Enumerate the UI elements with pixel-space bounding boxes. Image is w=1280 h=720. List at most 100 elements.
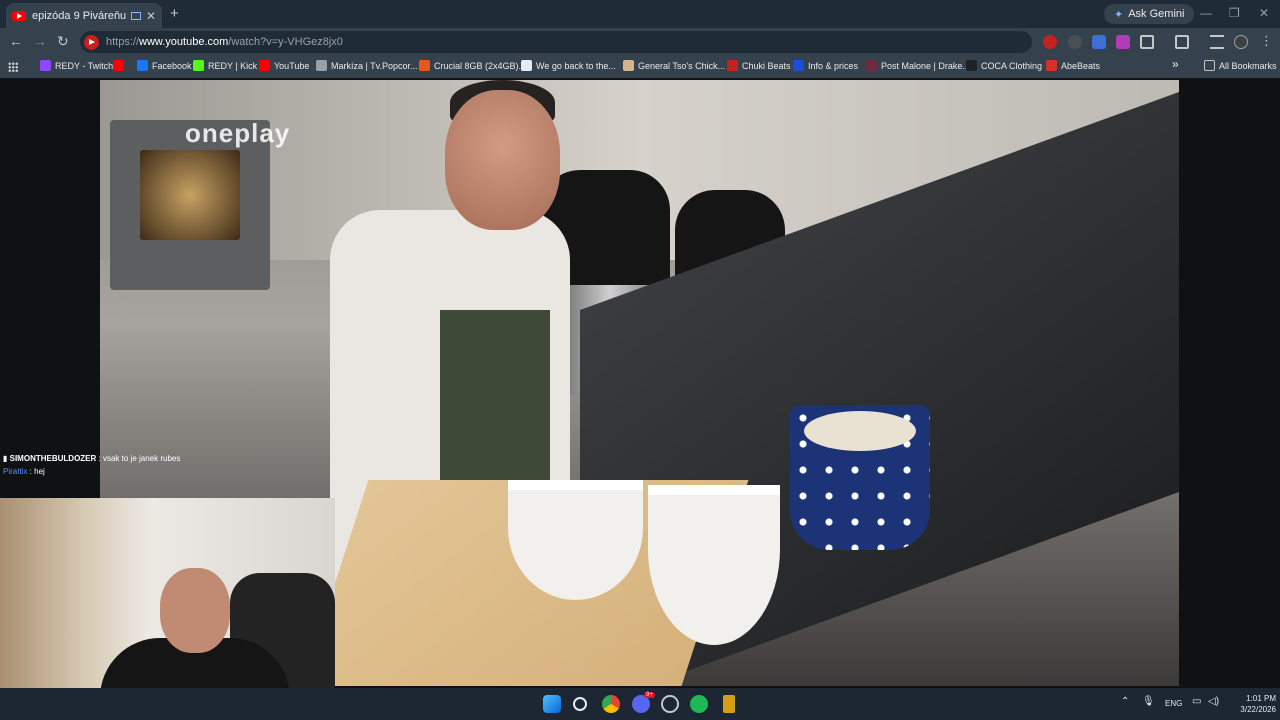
bookmark-item[interactable]: COCA Clothing (966, 60, 1042, 71)
bookmark-favicon-icon (727, 60, 738, 71)
profile-avatar[interactable] (1234, 35, 1248, 49)
bookmark-label: COCA Clothing (981, 60, 1043, 71)
restore-icon[interactable]: ❐ (1229, 6, 1240, 20)
bookmark-label: AbeBeats (1061, 60, 1101, 71)
obs-icon[interactable] (661, 695, 679, 713)
ask-gemini-button[interactable]: ✦ Ask Gemini (1104, 4, 1195, 24)
forward-icon[interactable]: → (33, 33, 47, 49)
tab-strip: epizóda 9 Piváreňu u Kultár ✕ + ✦ Ask Ge… (0, 0, 1280, 28)
tab-title: epizóda 9 Piváreňu u Kultár (32, 9, 126, 22)
site-info-icon[interactable] (84, 34, 99, 50)
microphone-icon[interactable]: 🎙 (1142, 696, 1155, 707)
bookmark-favicon-icon (40, 60, 51, 71)
reload-icon[interactable]: ↻ (57, 33, 69, 50)
bookmark-item[interactable] (113, 60, 124, 71)
tab-youtube[interactable]: epizóda 9 Piváreňu u Kultár ✕ (6, 3, 162, 28)
windows-taskbar: 9+ ⌃ 🎙 ENG ▭ ◁) 1:01 PM 3/22/2026 (0, 688, 1280, 720)
spotify-icon[interactable] (690, 695, 708, 713)
bookmark-label: Facebook (152, 60, 192, 71)
url-text[interactable]: https://www.youtube.com/watch?v=y-VHGez8… (106, 36, 343, 48)
chrome-icon[interactable] (602, 695, 620, 713)
chat-message: ▮ SIMONTHEBULDOZER : vsak to je janek ru… (3, 454, 181, 463)
chat-username: Pirattix (3, 467, 28, 476)
bookmark-label: REDY | Kick (208, 60, 258, 71)
address-bar[interactable]: https://www.youtube.com/watch?v=y-VHGez8… (80, 31, 1032, 53)
bookmark-item[interactable]: Info & prices (793, 60, 858, 71)
gemini-icon: ✦ (1114, 8, 1124, 21)
chevron-up-icon[interactable]: ⌃ (1121, 696, 1129, 707)
bookmark-favicon-icon (259, 60, 270, 71)
language-indicator[interactable]: ENG (1165, 699, 1182, 708)
bookmark-item[interactable]: Crucial 8GB (2x4GB)... (419, 60, 526, 71)
extension-twitch-icon[interactable] (1116, 35, 1130, 49)
bookmark-item[interactable]: Chuki Beats (727, 60, 791, 71)
bookmark-label: REDY - Twitch (55, 60, 114, 71)
chat-text: vsak to je janek rubes (102, 454, 181, 463)
back-icon[interactable]: ← (9, 33, 23, 49)
clock-time: 1:01 PM (1246, 694, 1276, 703)
menu-kebab-icon[interactable]: ⋮ (1260, 33, 1273, 49)
bookmark-label: General Tso's Chick... (638, 60, 726, 71)
discord-badge: 9+ (644, 692, 655, 698)
bookmark-item[interactable]: REDY - Twitch (40, 60, 113, 71)
bookmark-item[interactable]: General Tso's Chick... (623, 60, 725, 71)
new-tab-button[interactable]: + (170, 5, 179, 22)
extension-opera-icon[interactable] (1043, 35, 1057, 49)
bookmark-favicon-icon (866, 60, 877, 71)
start-icon[interactable] (543, 695, 561, 713)
chat-text: hej (34, 467, 45, 476)
chat-overlay: ▮ SIMONTHEBULDOZER : vsak to je janek ru… (3, 452, 180, 478)
apps-grid-icon[interactable] (8, 62, 18, 72)
blue-mug (790, 405, 930, 550)
page-content: oneplay ▮ SIMONTHEBULDOZER : vsak to je … (0, 78, 1280, 708)
bookmark-favicon-icon (193, 60, 204, 71)
bookmark-favicon-icon (137, 60, 148, 71)
picture-in-picture-icon (130, 11, 141, 20)
cast-icon[interactable] (1175, 35, 1189, 49)
close-window-icon[interactable]: ✕ (1259, 6, 1269, 20)
bookmark-favicon-icon (1046, 60, 1057, 71)
bookmark-favicon-icon (793, 60, 804, 71)
browser-toolbar: ← → ↻ https://www.youtube.com/watch?v=y-… (0, 28, 1280, 56)
bookmarks-bar: REDY - Twitch Facebook REDY | Kick YouTube M… (0, 56, 1280, 78)
bookmark-favicon-icon (419, 60, 430, 71)
clock-date: 3/22/2026 (1240, 705, 1276, 714)
all-bookmarks-button[interactable]: All Bookmarks (1204, 60, 1277, 71)
bookmark-item[interactable]: AbeBeats (1046, 60, 1100, 71)
extension-fox-icon[interactable] (1068, 35, 1082, 49)
bookmark-favicon-icon (316, 60, 327, 71)
bookmark-item[interactable]: Markíza | Tv.Popcor... (316, 60, 418, 71)
system-clock[interactable]: 1:01 PM 3/22/2026 (1224, 693, 1276, 715)
bookmark-favicon-icon (623, 60, 634, 71)
all-bookmarks-label: All Bookmarks (1219, 60, 1277, 71)
bookmark-favicon-icon (521, 60, 532, 71)
folder-icon (1204, 60, 1215, 71)
chat-message: Pirattix : hej (3, 467, 45, 476)
youtube-icon (12, 10, 26, 21)
minimize-icon[interactable]: — (1200, 6, 1212, 20)
bookmark-item[interactable]: Post Malone | Drake... (866, 60, 970, 71)
bookmark-item[interactable]: We go back to the... (521, 60, 616, 71)
bookmark-label: Info & prices (808, 60, 859, 71)
search-icon[interactable] (573, 697, 587, 711)
bookmark-label: Post Malone | Drake... (881, 60, 970, 71)
bookmark-item[interactable]: Facebook (137, 60, 192, 71)
bookmarks-overflow-button[interactable]: » (1172, 57, 1179, 71)
webcam-overlay (0, 498, 335, 708)
bookmark-label: Markíza | Tv.Popcor... (331, 60, 418, 71)
bookmark-favicon-icon (113, 60, 124, 71)
chat-username: SIMONTHEBULDOZER (9, 454, 97, 463)
ask-gemini-label: Ask Gemini (1128, 8, 1185, 20)
bookmark-item[interactable]: REDY | Kick (193, 60, 257, 71)
extension-badge-icon[interactable] (1092, 35, 1106, 49)
volume-icon[interactable]: ◁) (1208, 696, 1219, 707)
oneplay-watermark: oneplay (185, 118, 291, 148)
extensions-puzzle-icon[interactable] (1140, 35, 1154, 49)
bookmark-favicon-icon (966, 60, 977, 71)
bookmark-label: YouTube (274, 60, 310, 71)
bookmark-item[interactable]: YouTube (259, 60, 309, 71)
network-icon[interactable]: ▭ (1192, 696, 1201, 707)
media-controls-icon[interactable] (1210, 35, 1224, 49)
app-icon[interactable] (723, 695, 735, 713)
close-tab-icon[interactable]: ✕ (146, 9, 156, 23)
